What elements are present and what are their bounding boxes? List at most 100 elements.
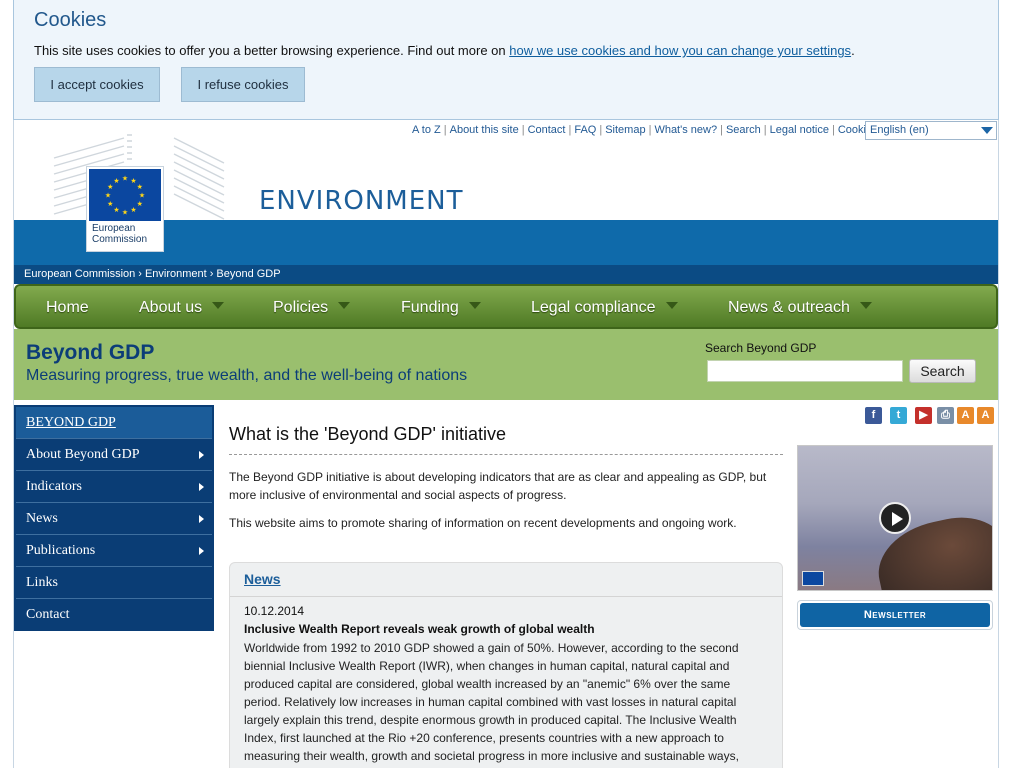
separator: | — [568, 124, 572, 136]
language-value: English (en) — [870, 124, 929, 136]
sidebar-item-label: Publications — [26, 543, 96, 558]
refuse-cookies-button[interactable]: I refuse cookies — [181, 67, 305, 102]
separator: | — [648, 124, 652, 136]
nav-item-label: Legal compliance — [531, 299, 656, 316]
sidebar-item[interactable]: Publications — [16, 535, 212, 567]
svg-text:★: ★ — [113, 177, 119, 185]
search-label: Search Beyond GDP — [705, 341, 817, 355]
sidebar-item[interactable]: About Beyond GDP — [16, 439, 212, 471]
nav-item-label: About us — [139, 299, 203, 316]
sidebar-item[interactable]: News — [16, 503, 212, 535]
accept-cookies-button[interactable]: I accept cookies — [34, 67, 160, 102]
svg-text:★: ★ — [105, 192, 111, 200]
font-decrease-icon[interactable]: A — [957, 407, 974, 424]
chevron-down-icon — [981, 127, 993, 134]
page-title: What is the 'Beyond GDP' initiative — [229, 424, 783, 455]
news-date: 10.12.2014 — [244, 604, 305, 618]
separator: | — [599, 124, 603, 136]
aim-paragraph: This website aims to promote sharing of … — [229, 516, 737, 530]
site-title: Beyond GDP — [26, 341, 155, 364]
facebook-icon[interactable]: f — [865, 407, 882, 424]
svg-text:★: ★ — [130, 206, 136, 214]
sidebar-item[interactable]: Contact — [16, 599, 212, 631]
dropdown-arrow-icon — [665, 302, 678, 309]
breadcrumb-item[interactable]: Beyond GDP — [216, 268, 280, 280]
site-title-band: Beyond GDP Measuring progress, true weal… — [14, 329, 998, 400]
left-navigation: BEYOND GDP About Beyond GDP Indicators News… — [14, 405, 214, 631]
svg-text:★: ★ — [137, 183, 143, 191]
site-section-title: ENVIRONMENT — [259, 186, 464, 216]
svg-text:★: ★ — [137, 200, 143, 208]
search-input[interactable] — [707, 360, 903, 382]
breadcrumb-item[interactable]: Environment — [145, 268, 207, 280]
nav-item[interactable]: Policies — [273, 299, 351, 317]
separator: | — [521, 124, 525, 136]
dropdown-arrow-icon — [212, 302, 225, 309]
sidebar-item[interactable]: BEYOND GDP — [16, 407, 212, 439]
top-link[interactable]: FAQ — [574, 124, 596, 136]
top-link[interactable]: A to Z — [412, 124, 441, 136]
chevron-right-icon — [199, 515, 204, 523]
cookie-policy-link[interactable]: how we use cookies and how you can chang… — [509, 43, 851, 58]
play-icon[interactable] — [879, 502, 911, 534]
nav-item[interactable]: About us — [139, 299, 225, 317]
top-links: A to Z | About this site | Contact | FAQ | Sitem… — [412, 124, 878, 136]
twitter-icon[interactable]: t — [890, 407, 907, 424]
chevron-right-icon — [199, 451, 204, 459]
chevron-right-icon — [199, 483, 204, 491]
svg-text:★: ★ — [122, 175, 128, 183]
separator: | — [720, 124, 723, 136]
news-title[interactable]: Inclusive Wealth Report reveals weak gro… — [244, 622, 595, 636]
breadcrumb-item[interactable]: European Commission — [24, 268, 135, 280]
top-link[interactable]: About this site — [450, 124, 519, 136]
nav-item[interactable]: Funding — [401, 299, 481, 317]
separator: | — [831, 124, 835, 136]
sidebar-item-label: About Beyond GDP — [26, 447, 140, 462]
cookie-banner: Cookies This site uses cookies to offer … — [13, 0, 999, 120]
nav-item[interactable]: Home — [46, 299, 89, 317]
news-heading-link[interactable]: News — [244, 571, 281, 587]
nav-item[interactable]: News & outreach — [728, 299, 872, 317]
top-link[interactable]: Search — [726, 124, 761, 136]
svg-text:★: ★ — [113, 206, 119, 214]
dropdown-arrow-icon — [338, 302, 351, 309]
sidebar-item[interactable]: Links — [16, 567, 212, 599]
european-commission-logo[interactable]: ★ ★ ★ ★ ★ ★ ★ ★ ★ ★ ★ ★ European Commission — [86, 166, 164, 252]
newsletter-box: Newsletter — [797, 600, 993, 630]
font-increase-icon[interactable]: A — [977, 407, 994, 424]
top-link[interactable]: Sitemap — [605, 124, 645, 136]
eu-flag-icon: ★ ★★★★★★★★★★★ — [89, 169, 161, 221]
youtube-icon[interactable]: ▶ — [915, 407, 932, 424]
top-link[interactable]: Contact — [528, 124, 566, 136]
nav-item-label: Policies — [273, 299, 329, 316]
intro-paragraph: The Beyond GDP initiative is about devel… — [229, 470, 767, 502]
separator: | — [443, 124, 447, 136]
top-link[interactable]: Legal notice — [770, 124, 829, 136]
language-select[interactable]: English (en) — [865, 121, 997, 140]
print-icon[interactable]: ⎙ — [937, 407, 954, 424]
svg-text:★: ★ — [107, 200, 113, 208]
nav-item-label: Home — [46, 299, 89, 316]
nav-item-label: Funding — [401, 299, 459, 316]
chevron-right-icon: › — [138, 268, 142, 280]
newsletter-button[interactable]: Newsletter — [800, 603, 990, 627]
cookie-title: Cookies — [34, 9, 107, 31]
divider — [230, 596, 782, 597]
svg-text:★: ★ — [122, 209, 128, 217]
video-thumbnail[interactable] — [797, 445, 993, 591]
search-button[interactable]: Search — [909, 359, 976, 383]
nav-item-label: News & outreach — [728, 299, 850, 316]
cookie-text: This site uses cookies to offer you a be… — [34, 43, 855, 58]
sidebar-item-label: Links — [26, 575, 58, 590]
breadcrumb: European Commission › Environment › Beyond G… — [14, 265, 998, 284]
nav-item[interactable]: Legal compliance — [531, 299, 678, 317]
eu-flag-icon — [802, 571, 824, 586]
chevron-right-icon: › — [209, 268, 214, 280]
sidebar-item-label: Contact — [26, 607, 70, 622]
sidebar-item-label: Indicators — [26, 479, 82, 494]
news-box: News 10.12.2014 Inclusive Wealth Report … — [229, 562, 783, 768]
top-link[interactable]: What's new? — [654, 124, 717, 136]
dropdown-arrow-icon — [859, 302, 872, 309]
sidebar-item-label: BEYOND GDP — [26, 415, 116, 430]
sidebar-item[interactable]: Indicators — [16, 471, 212, 503]
